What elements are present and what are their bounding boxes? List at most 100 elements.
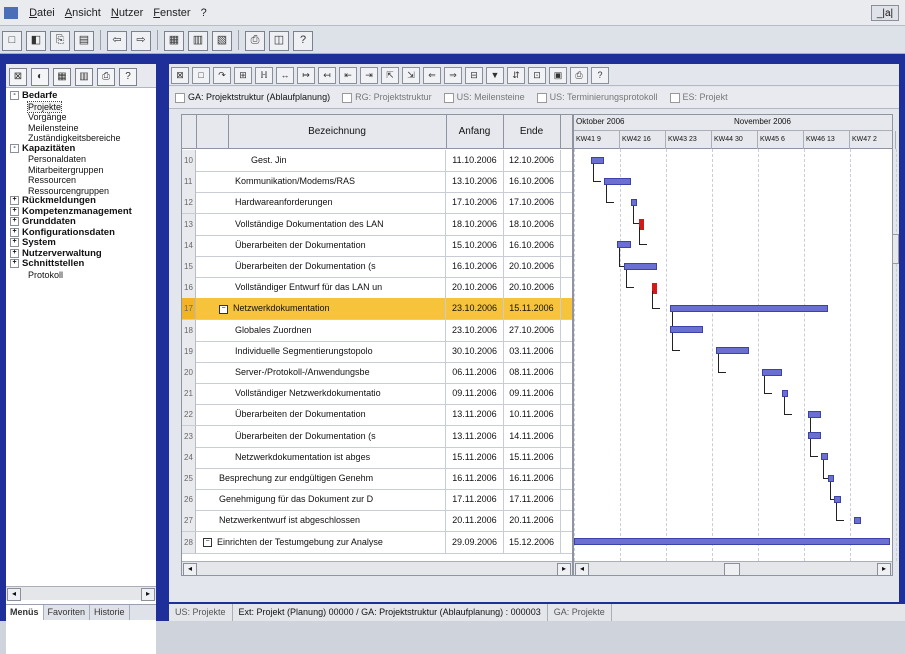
- gantt-tool-icon[interactable]: ↷: [213, 67, 231, 84]
- table-row[interactable]: 19 Individuelle Segmentierungstopolo 30.10…: [182, 340, 572, 363]
- gantt-tool-icon[interactable]: ⎙: [570, 67, 588, 84]
- expand-icon[interactable]: +: [10, 248, 19, 258]
- task-name[interactable]: Überarbeiten der Dokumentation (s: [232, 256, 446, 277]
- gantt-horizontal-scrollbar[interactable]: ◂ ▸: [574, 561, 892, 576]
- task-bar[interactable]: [630, 199, 638, 206]
- document-tab[interactable]: US: Meilensteine: [438, 87, 531, 108]
- tab-checkbox-icon[interactable]: [342, 92, 353, 103]
- gantt-tool-icon[interactable]: ⇲: [402, 67, 420, 84]
- document-tab[interactable]: ES: Projekt: [664, 87, 734, 108]
- menu-fenster[interactable]: Fenster: [148, 0, 195, 26]
- navigation-horizontal-scrollbar[interactable]: ◂ ▸: [6, 586, 156, 601]
- task-start-date[interactable]: 13.11.2006: [446, 404, 504, 426]
- task-end-date[interactable]: 16.11.2006: [503, 468, 561, 489]
- task-start-date[interactable]: 30.10.2006: [446, 340, 504, 362]
- tab-checkbox-icon[interactable]: [536, 92, 547, 103]
- calendar-icon[interactable]: ▧: [212, 31, 232, 51]
- task-start-date[interactable]: 16.11.2006: [446, 468, 504, 489]
- tree-item[interactable]: Protokoll: [6, 270, 156, 281]
- navigation-tool-icon[interactable]: ▦: [53, 68, 71, 86]
- task-start-date[interactable]: 15.11.2006: [446, 446, 504, 468]
- tree-item[interactable]: - Bedarfe: [6, 90, 156, 102]
- table-row[interactable]: 26 Genehmigung für das Dokument zur D 17.1…: [182, 489, 572, 512]
- tab-checkbox-icon[interactable]: [669, 92, 680, 103]
- tree-item[interactable]: Vorgänge: [6, 112, 156, 123]
- table-row[interactable]: 16 Vollständiger Entwurf für das LAN un 20…: [182, 277, 572, 300]
- task-start-date[interactable]: 23.10.2006: [446, 298, 504, 320]
- task-bar[interactable]: [821, 453, 828, 461]
- status-item[interactable]: Ext: Projekt (Planung) 00000 / GA: Proje…: [233, 604, 548, 621]
- table-row[interactable]: 12 Hardwareanforderungen 17.10.2006 17.10.2…: [182, 192, 572, 215]
- task-end-date[interactable]: 17.11.2006: [503, 489, 561, 511]
- task-bar[interactable]: [591, 156, 605, 164]
- table-row[interactable]: 25 Besprechung zur endgültigen Genehm 16.1…: [182, 468, 572, 490]
- window-controls[interactable]: _|a|: [871, 5, 899, 21]
- scroll-left-icon[interactable]: ◂: [7, 588, 21, 601]
- menu-nutzer[interactable]: Nutzer: [106, 0, 148, 26]
- column-header-start[interactable]: Anfang: [446, 115, 504, 149]
- chart-icon[interactable]: ▥: [188, 31, 208, 51]
- vertical-scrollbar-thumb[interactable]: [892, 234, 899, 264]
- scroll-right-icon[interactable]: ▸: [141, 588, 155, 601]
- column-header-name[interactable]: Bezeichnung: [228, 115, 447, 149]
- task-name[interactable]: Server-/Protokoll-/Anwendungsbe: [232, 362, 446, 383]
- task-bar[interactable]: [670, 305, 828, 312]
- task-start-date[interactable]: 15.10.2006: [446, 234, 504, 256]
- task-end-date[interactable]: 15.12.2006: [503, 531, 561, 553]
- task-end-date[interactable]: 03.11.2006: [503, 340, 561, 362]
- task-start-date[interactable]: 20.11.2006: [446, 510, 504, 532]
- gantt-tool-icon[interactable]: ⇵: [507, 67, 525, 84]
- print-icon[interactable]: ▤: [74, 31, 94, 51]
- gantt-tool-icon[interactable]: ⊡: [528, 67, 546, 84]
- navigation-tool-icon[interactable]: ⎙: [97, 68, 115, 86]
- task-bar[interactable]: [808, 411, 822, 418]
- task-bar[interactable]: [624, 262, 657, 270]
- task-end-date[interactable]: 17.10.2006: [503, 192, 561, 214]
- tree-item[interactable]: - Kapazitäten: [6, 143, 156, 155]
- task-name[interactable]: − Einrichten der Testumgebung zur Analyse: [200, 531, 446, 553]
- back-icon[interactable]: ⇦: [107, 31, 127, 51]
- expand-icon[interactable]: +: [10, 217, 19, 226]
- task-name[interactable]: Individuelle Segmentierungstopolo: [232, 340, 446, 362]
- task-name[interactable]: Vollständiger Entwurf für das LAN un: [232, 277, 446, 299]
- task-bar[interactable]: [834, 495, 841, 503]
- tab-menüs[interactable]: Menüs: [6, 605, 44, 620]
- gantt-tool-icon[interactable]: ?: [591, 67, 609, 84]
- task-name[interactable]: − Netzwerkdokumentation: [216, 298, 446, 320]
- navigation-tool-icon[interactable]: ?: [119, 68, 137, 86]
- collapse-icon[interactable]: −: [219, 304, 228, 314]
- gantt-tool-icon[interactable]: ⇥: [360, 67, 378, 84]
- task-name[interactable]: Netzwerkdokumentation ist abges: [232, 446, 446, 468]
- printer-icon[interactable]: ⎙: [245, 31, 265, 51]
- gantt-tool-icon[interactable]: ⊟: [465, 67, 483, 84]
- task-name[interactable]: Genehmigung für das Dokument zur D: [216, 489, 446, 511]
- task-start-date[interactable]: 17.11.2006: [446, 489, 504, 511]
- task-end-date[interactable]: 20.10.2006: [503, 277, 561, 299]
- scroll-thumb[interactable]: [724, 563, 740, 576]
- gantt-tool-icon[interactable]: ⊞: [234, 67, 252, 84]
- table-row[interactable]: 13 Vollständige Dokumentation des LAN 18.1…: [182, 213, 572, 236]
- task-end-date[interactable]: 20.10.2006: [503, 256, 561, 277]
- gantt-tool-icon[interactable]: □: [192, 67, 210, 84]
- save-icon[interactable]: ⎘: [50, 31, 70, 51]
- task-end-date[interactable]: 12.10.2006: [503, 150, 561, 171]
- task-bar[interactable]: [716, 347, 749, 355]
- menu-ansicht[interactable]: Ansicht: [60, 0, 106, 26]
- task-start-date[interactable]: 18.10.2006: [446, 213, 504, 235]
- task-name[interactable]: Überarbeiten der Dokumentation: [232, 234, 446, 256]
- menu-help[interactable]: ?: [196, 0, 212, 26]
- task-bar[interactable]: [781, 389, 789, 397]
- gantt-tool-icon[interactable]: ⇐: [423, 67, 441, 84]
- scroll-right-icon[interactable]: ▸: [557, 563, 571, 576]
- forward-icon[interactable]: ⇨: [131, 31, 151, 51]
- task-name[interactable]: Besprechung zur endgültigen Genehm: [216, 468, 446, 489]
- tree-item[interactable]: + Schnittstellen: [6, 258, 156, 270]
- tree-item[interactable]: Projekte: [6, 100, 156, 113]
- task-name[interactable]: Überarbeiten der Dokumentation: [232, 404, 446, 426]
- table-row[interactable]: 15 Überarbeiten der Dokumentation (s 16.10…: [182, 256, 572, 278]
- task-end-date[interactable]: 16.10.2006: [503, 171, 561, 193]
- document-tab[interactable]: US: Terminierungsprotokoll: [531, 87, 664, 108]
- task-end-date[interactable]: 27.10.2006: [503, 319, 561, 341]
- task-name[interactable]: Gest. Jin: [248, 150, 446, 171]
- grid-horizontal-scrollbar[interactable]: ◂ ▸: [182, 561, 572, 576]
